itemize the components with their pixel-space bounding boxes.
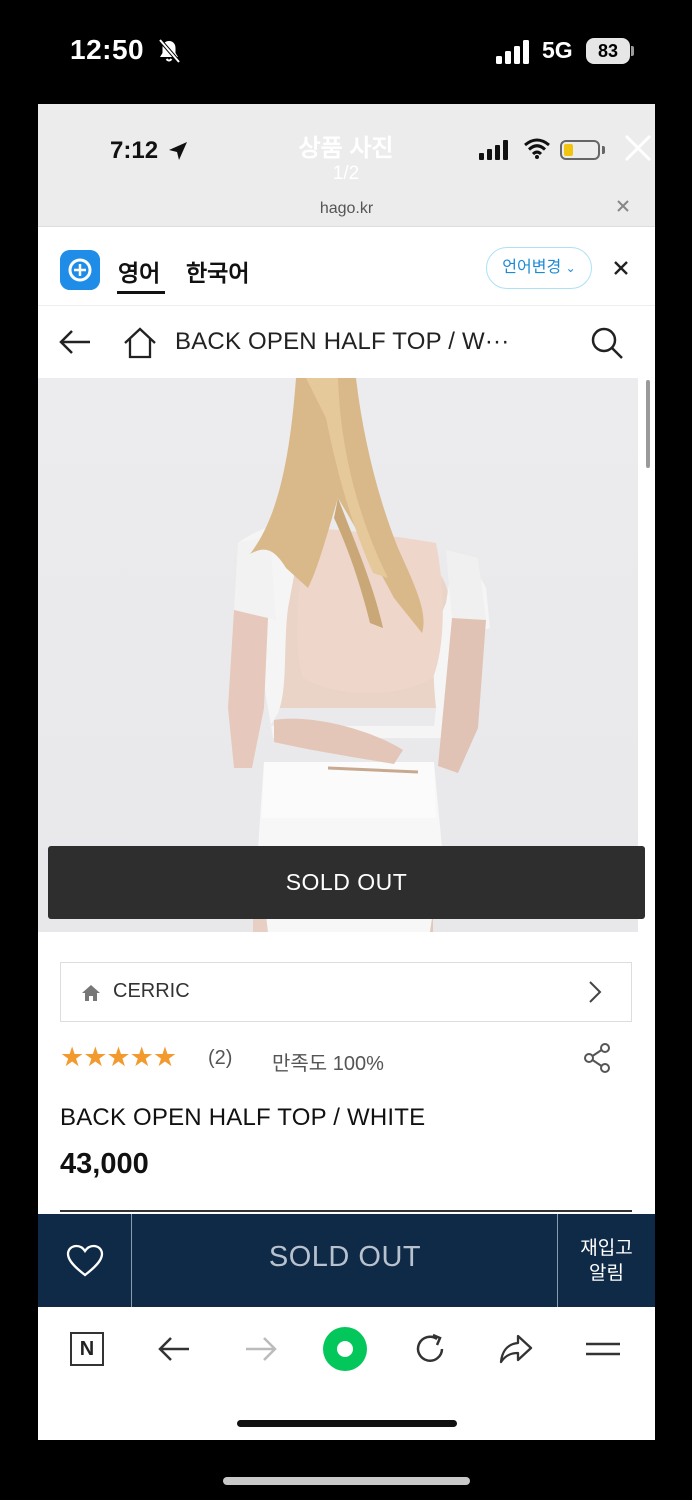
- page-title: BACK OPEN HALF TOP / W···: [175, 328, 510, 355]
- tab-english[interactable]: 영어: [118, 254, 160, 288]
- close-icon[interactable]: [622, 132, 654, 164]
- share-arrow-icon[interactable]: [496, 1329, 536, 1369]
- battery-tip: [631, 46, 634, 56]
- cellular-signal-icon: [479, 140, 508, 160]
- browser-toolbar: N: [38, 1307, 655, 1440]
- bell-slash-icon: [158, 38, 181, 64]
- sold-out-button[interactable]: SOLD OUT: [133, 1214, 557, 1307]
- heart-icon: [66, 1244, 104, 1277]
- cellular-signal-icon: [496, 40, 529, 64]
- forward-arrow-icon[interactable]: [240, 1329, 280, 1369]
- back-arrow-icon[interactable]: [58, 328, 92, 356]
- restock-label-line1: 재입고: [580, 1238, 633, 1259]
- product-price: 43,000: [60, 1148, 149, 1180]
- naver-home-icon[interactable]: [322, 1326, 368, 1372]
- home-icon[interactable]: [122, 326, 158, 360]
- translate-bar: 영어 한국어 언어변경 ⌄: [38, 226, 655, 306]
- wifi-icon: [524, 138, 550, 159]
- reload-icon[interactable]: [411, 1329, 451, 1369]
- chevron-down-icon: ⌄: [565, 261, 576, 275]
- battery-level: 83: [586, 38, 630, 64]
- translate-logo-icon: [60, 250, 100, 290]
- home-icon: [82, 985, 100, 1001]
- rating-row: ★★★★★ (2) 만족도 100%: [60, 1042, 632, 1078]
- outer-clock: 12:50: [70, 34, 145, 65]
- divider: [60, 1210, 632, 1212]
- menu-icon[interactable]: [583, 1329, 623, 1369]
- image-scrollbar[interactable]: [646, 380, 650, 468]
- active-tab-underline: [117, 291, 165, 294]
- chevron-right-icon: [589, 981, 602, 1003]
- brand-name: CERRIC: [113, 980, 190, 1002]
- inner-clock: 7:12: [110, 137, 159, 164]
- shop-nav-bar: BACK OPEN HALF TOP / W···: [38, 306, 655, 378]
- change-language-button[interactable]: 언어변경 ⌄: [486, 247, 592, 289]
- inner-status-bar: 7:12 상품 사진 1/2 hago.kr: [38, 104, 655, 226]
- brand-link[interactable]: CERRIC: [60, 962, 632, 1022]
- outer-home-indicator: [223, 1477, 470, 1485]
- restock-label-line2: 알림: [589, 1263, 624, 1284]
- home-indicator: [237, 1420, 457, 1427]
- viewer-title: 상품 사진: [298, 135, 394, 162]
- close-icon[interactable]: [613, 260, 629, 276]
- wishlist-button[interactable]: [38, 1214, 132, 1307]
- product-name: BACK OPEN HALF TOP / WHITE: [60, 1104, 426, 1131]
- satisfaction-rate: 만족도 100%: [272, 1053, 384, 1075]
- share-icon[interactable]: [582, 1042, 612, 1074]
- naver-label: N: [79, 1338, 95, 1360]
- inner-battery-icon: [560, 140, 600, 160]
- sold-out-overlay: SOLD OUT: [48, 846, 645, 919]
- back-arrow-icon[interactable]: [155, 1329, 195, 1369]
- network-type: 5G: [542, 37, 573, 63]
- restock-alert-button[interactable]: 재입고 알림: [557, 1214, 655, 1307]
- photo-viewer: 7:12 상품 사진 1/2 hago.kr 영어 한국어 언어변경 ⌄ BAC…: [38, 104, 655, 1440]
- search-icon[interactable]: [590, 326, 624, 360]
- photo-counter: 1/2: [332, 163, 360, 184]
- rating-stars[interactable]: ★★★★★: [60, 1042, 177, 1073]
- outer-status-bar: 12:50 5G 83: [0, 0, 692, 104]
- close-tab-icon[interactable]: [616, 199, 630, 213]
- location-arrow-icon: [169, 142, 187, 160]
- review-count[interactable]: (2): [208, 1047, 232, 1070]
- tab-korean[interactable]: 한국어: [186, 254, 249, 288]
- purchase-bar: SOLD OUT 재입고 알림: [38, 1214, 655, 1307]
- change-language-label: 언어변경: [502, 259, 562, 276]
- naver-n-button[interactable]: N: [70, 1332, 104, 1366]
- browser-url[interactable]: hago.kr: [38, 200, 655, 218]
